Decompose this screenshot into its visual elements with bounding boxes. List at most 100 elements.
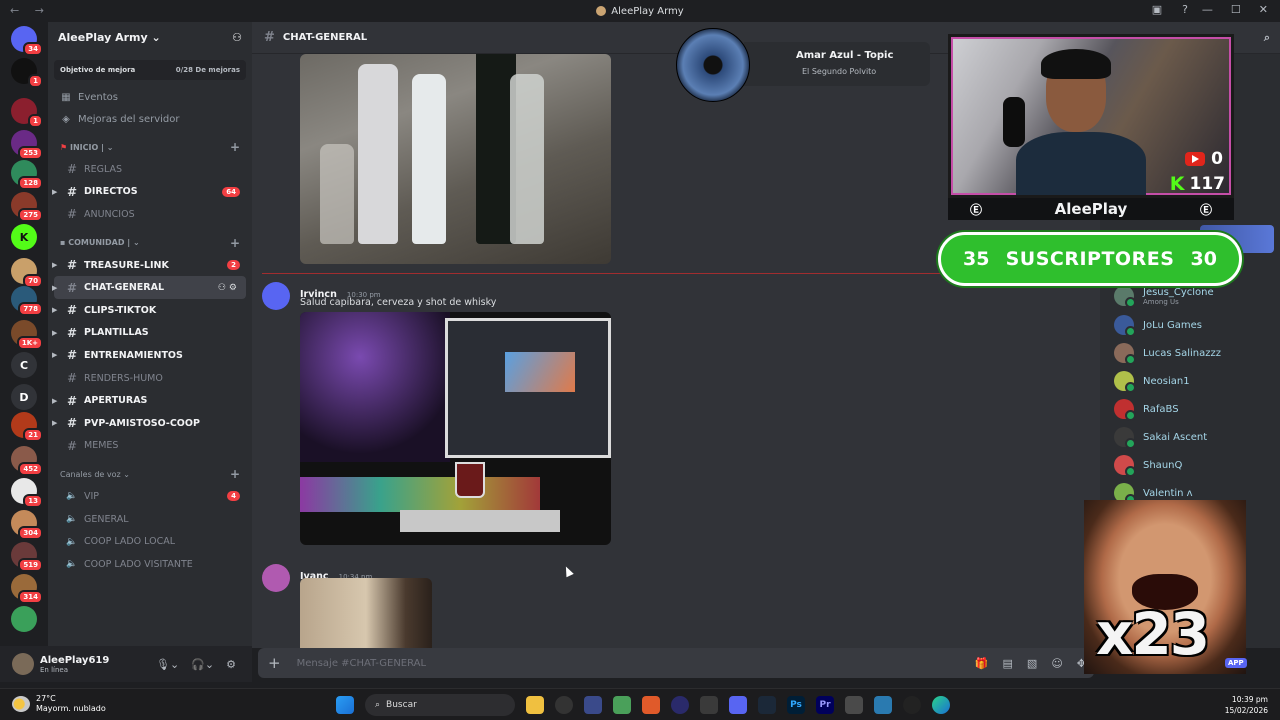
server-icon[interactable]: 452 [11, 446, 43, 476]
member-item[interactable]: Jesus_Cyclone Among Us [1114, 284, 1214, 308]
media-icon[interactable] [671, 696, 689, 714]
channel-item[interactable]: ▶ # PVP-AMISTOSO-COOP [52, 412, 246, 435]
avatar[interactable] [262, 564, 290, 592]
add-channel-icon[interactable]: + [230, 140, 240, 154]
app-icon[interactable] [584, 696, 602, 714]
settings-gear-icon[interactable]: ⚙ [226, 658, 236, 671]
search-icon[interactable]: ⌕ [1264, 31, 1270, 45]
chrome-icon[interactable] [555, 696, 573, 714]
server-icon[interactable]: 253 [11, 130, 43, 160]
member-item[interactable]: RafaBS [1114, 397, 1179, 421]
channel-category[interactable]: ▪ COMUNIDAD | ⌄ + [48, 232, 252, 254]
channel-item[interactable]: ▶ # PLANTILLAS [52, 322, 246, 345]
avatar[interactable] [12, 653, 34, 675]
message-image-bottles[interactable] [300, 54, 611, 264]
player-icon[interactable] [903, 696, 921, 714]
channel-item[interactable]: ▶ # DIRECTOS 64 [52, 181, 246, 204]
close-button[interactable]: ✕ [1259, 3, 1268, 16]
server-icon[interactable]: 304 [11, 510, 43, 540]
channel-settings-icon[interactable]: ⚇⚙ [218, 283, 240, 293]
channel-item[interactable]: # RENDERS-HUMO [54, 367, 246, 390]
invite-icon[interactable]: ⚇ [232, 31, 242, 44]
sticker-icon[interactable]: ▧ [1027, 657, 1037, 670]
channel-item[interactable]: ▶ # ENTRENAMIENTOS [52, 344, 246, 367]
server-icon[interactable]: 314 [11, 574, 43, 604]
gif-icon[interactable]: ▤ [1003, 657, 1013, 670]
attach-plus-icon[interactable]: + [268, 654, 281, 672]
nav-arrows[interactable]: ← → [10, 4, 50, 17]
mention-badge: 253 [18, 146, 43, 160]
server-icon[interactable]: 275 [11, 192, 43, 222]
sidebar-item-boosts[interactable]: ◈ Mejoras del servidor [48, 108, 252, 130]
edge-icon[interactable] [932, 696, 950, 714]
minimize-button[interactable]: — [1202, 3, 1213, 16]
windows-start-icon[interactable] [336, 696, 354, 714]
server-icon[interactable]: 128 [11, 160, 43, 190]
message-image-room[interactable] [300, 578, 432, 648]
channel-item[interactable]: ▶ # CLIPS-TIKTOK [52, 299, 246, 322]
subs-current: 35 [963, 248, 990, 270]
message-composer[interactable]: + Mensaje #CHAT-GENERAL 🎁 ▤ ▧ ☺ ✥ [258, 648, 1094, 678]
sidebar-item-events[interactable]: ▦ Eventos [48, 86, 252, 108]
voice-channel-item[interactable]: 🔈 GENERAL [54, 508, 246, 531]
voice-channel-item[interactable]: 🔈 COOP LADO VISITANTE [54, 553, 246, 576]
server-icon[interactable]: 13 [11, 478, 43, 508]
boost-goal[interactable]: Objetivo de mejora 0/28 De mejoras [54, 60, 246, 80]
add-channel-icon[interactable]: + [230, 236, 240, 250]
microphone-icon[interactable]: 🎙⌄ [156, 658, 179, 671]
member-item[interactable]: Lucas Salinazzz [1114, 341, 1221, 365]
server-icon[interactable]: 1 [11, 98, 43, 128]
system-clock[interactable]: 10:39 pm 15/02/2026 [1225, 694, 1268, 716]
voice-category[interactable]: Canales de voz ⌄ + [48, 463, 252, 485]
inbox-icon[interactable]: ▣ [1152, 3, 1162, 16]
channel-name: MEMES [84, 440, 119, 452]
gift-icon[interactable]: 🎁 [975, 657, 989, 670]
channel-name: DIRECTOS [84, 186, 138, 198]
message-image-desk[interactable] [300, 312, 611, 545]
weather-widget[interactable]: 27°C Mayorm. nublado [12, 694, 106, 714]
server-icon[interactable]: 21 [11, 412, 43, 442]
taskbar-search[interactable]: ⌕ Buscar [365, 694, 515, 716]
server-icon[interactable]: 34 [11, 26, 43, 56]
avatar[interactable] [262, 282, 290, 310]
notepad-icon[interactable] [874, 696, 892, 714]
server-icon[interactable]: 1K+ [11, 320, 43, 350]
add-channel-icon[interactable]: + [230, 467, 240, 481]
server-icon[interactable]: 70 [11, 258, 43, 288]
app-icon[interactable] [613, 696, 631, 714]
settings-icon[interactable] [845, 696, 863, 714]
calculator-icon[interactable] [700, 696, 718, 714]
server-icon[interactable]: 778 [11, 286, 43, 316]
channel-item[interactable]: ▶ # APERTURAS [52, 389, 246, 412]
channel-item[interactable]: ▶ # CHAT-GENERAL ⚇⚙ [52, 276, 246, 299]
headphones-icon[interactable]: 🎧⌄ [191, 658, 214, 671]
channel-item[interactable]: # REGLAS [54, 158, 246, 181]
server-icon[interactable]: C [11, 352, 37, 378]
channel-category[interactable]: ⚑ INICIO | ⌄ + [48, 136, 252, 158]
help-icon[interactable]: ? [1182, 3, 1188, 16]
server-icon[interactable]: K [11, 224, 37, 250]
brave-icon[interactable] [642, 696, 660, 714]
voice-channel-item[interactable]: 🔈 COOP LADO LOCAL [54, 530, 246, 553]
server-icon[interactable]: 519 [11, 542, 43, 572]
member-item[interactable]: Neosian1 [1114, 369, 1190, 393]
server-icon[interactable]: 1 [11, 58, 43, 88]
steam-icon[interactable] [758, 696, 776, 714]
server-icon[interactable] [11, 606, 37, 632]
channel-item[interactable]: # MEMES [54, 435, 246, 458]
voice-channel-item[interactable]: 🔈 VIP 4 [54, 485, 246, 508]
server-icon[interactable]: D [11, 384, 37, 410]
sidebar-item-label: Eventos [78, 91, 118, 103]
emoji-icon[interactable]: ☺ [1051, 657, 1062, 670]
channel-item[interactable]: ▶ # TREASURE-LINK 2 [52, 254, 246, 277]
channel-item[interactable]: # ANUNCIOS [54, 203, 246, 226]
server-header[interactable]: AleePlay Army ⌄ ⚇ [48, 22, 252, 52]
member-item[interactable]: ShaunQ [1114, 453, 1182, 477]
member-item[interactable]: Sakai Ascent [1114, 425, 1207, 449]
discord-icon[interactable] [729, 696, 747, 714]
photoshop-icon[interactable]: Ps [787, 696, 805, 714]
member-item[interactable]: JoLu Games [1114, 313, 1202, 337]
file-explorer-icon[interactable] [526, 696, 544, 714]
premiere-icon[interactable]: Pr [816, 696, 834, 714]
maximize-button[interactable]: ☐ [1231, 3, 1241, 16]
